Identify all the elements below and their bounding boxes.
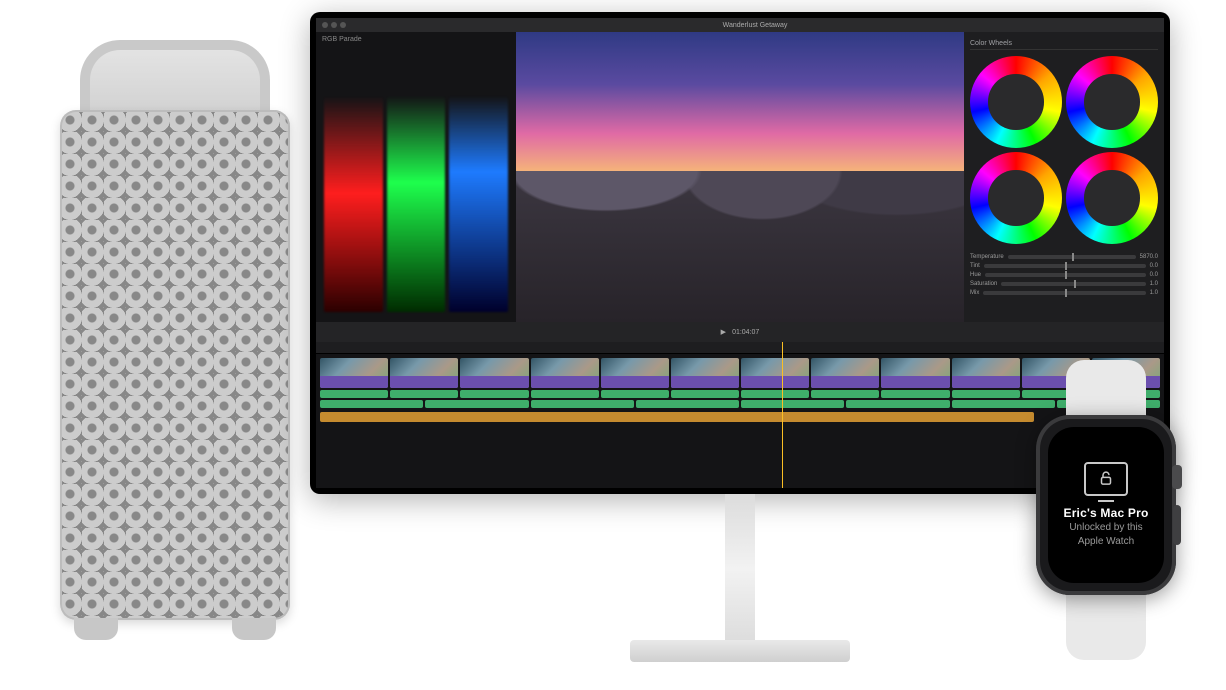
side-button[interactable] <box>1173 505 1181 545</box>
slider-label: Saturation <box>970 281 997 287</box>
slider-mix[interactable]: Mix 1.0 <box>970 290 1158 296</box>
video-clip[interactable] <box>952 358 1020 388</box>
video-clip[interactable] <box>741 358 809 388</box>
color-wheel-midtones[interactable] <box>970 152 1062 244</box>
slider-tint[interactable]: Tint 0.0 <box>970 263 1158 269</box>
video-clip[interactable] <box>811 358 879 388</box>
scopes-label: RGB Parade <box>322 36 510 43</box>
video-clip[interactable] <box>460 358 528 388</box>
timeline-playhead[interactable] <box>782 342 783 488</box>
slider-value: 1.0 <box>1150 281 1158 287</box>
music-track-clip[interactable] <box>320 412 1034 422</box>
color-wheel-master[interactable] <box>970 56 1062 148</box>
color-inspector-panel[interactable]: Color Wheels Temperature 5870.0 Tint 0.0 H… <box>964 32 1164 322</box>
slider-hue[interactable]: Hue 0.0 <box>970 272 1158 278</box>
window-controls[interactable] <box>322 22 346 28</box>
unlock-mac-icon <box>1084 462 1128 496</box>
slider-value: 5870.0 <box>1140 254 1158 260</box>
video-viewer[interactable] <box>516 32 964 322</box>
play-icon[interactable]: ▶ <box>721 328 726 336</box>
video-clip[interactable] <box>531 358 599 388</box>
mac-pro-body <box>60 110 290 620</box>
unlocked-padlock-icon <box>1097 469 1115 487</box>
mac-pro-tower <box>60 40 290 640</box>
inspector-title: Color Wheels <box>970 38 1158 50</box>
timeline-ruler[interactable] <box>316 342 1164 354</box>
color-sliders: Temperature 5870.0 Tint 0.0 Hue 0.0 Saturat… <box>970 254 1158 296</box>
apple-watch: Eric's Mac Pro Unlocked by this Apple Wa… <box>1016 360 1196 660</box>
slider-value: 0.0 <box>1150 263 1158 269</box>
video-clip[interactable] <box>671 358 739 388</box>
video-scopes-panel[interactable]: RGB Parade <box>316 32 516 322</box>
viewer-image-foreground <box>516 171 964 322</box>
mac-pro-handle <box>80 40 270 120</box>
timecode-display: 01:04:07 <box>732 329 759 336</box>
monitor-stand-base <box>630 640 850 662</box>
color-wheel-highlights[interactable] <box>1066 152 1158 244</box>
slider-value: 1.0 <box>1150 290 1158 296</box>
slider-saturation[interactable]: Saturation 1.0 <box>970 281 1158 287</box>
color-wheel-shadows[interactable] <box>1066 56 1158 148</box>
digital-crown[interactable] <box>1172 465 1182 489</box>
rgb-parade-scope <box>324 72 508 312</box>
video-clip[interactable] <box>601 358 669 388</box>
video-clip[interactable] <box>390 358 458 388</box>
watch-screen[interactable]: Eric's Mac Pro Unlocked by this Apple Wa… <box>1048 427 1164 583</box>
slider-value: 0.0 <box>1150 272 1158 278</box>
unlock-device-name: Eric's Mac Pro <box>1063 506 1148 520</box>
video-clip[interactable] <box>320 358 388 388</box>
window-titlebar: Wanderlust Getaway <box>316 18 1164 32</box>
watch-band-bottom <box>1066 590 1146 660</box>
slider-label: Temperature <box>970 254 1004 260</box>
slider-label: Mix <box>970 290 979 296</box>
unlock-message-line1: Unlocked by this <box>1069 522 1142 535</box>
watch-case: Eric's Mac Pro Unlocked by this Apple Wa… <box>1036 415 1176 595</box>
slider-label: Tint <box>970 263 980 269</box>
slider-temperature[interactable]: Temperature 5870.0 <box>970 254 1158 260</box>
slider-label: Hue <box>970 272 981 278</box>
viewer-toolbar[interactable]: ▶ 01:04:07 <box>316 322 1164 342</box>
monitor-stand-neck <box>725 494 755 644</box>
video-clip[interactable] <box>881 358 949 388</box>
color-wheels[interactable] <box>970 56 1158 244</box>
window-title: Wanderlust Getaway <box>352 22 1158 29</box>
unlock-message-line2: Apple Watch <box>1078 536 1134 549</box>
mac-pro-feet <box>74 618 276 640</box>
